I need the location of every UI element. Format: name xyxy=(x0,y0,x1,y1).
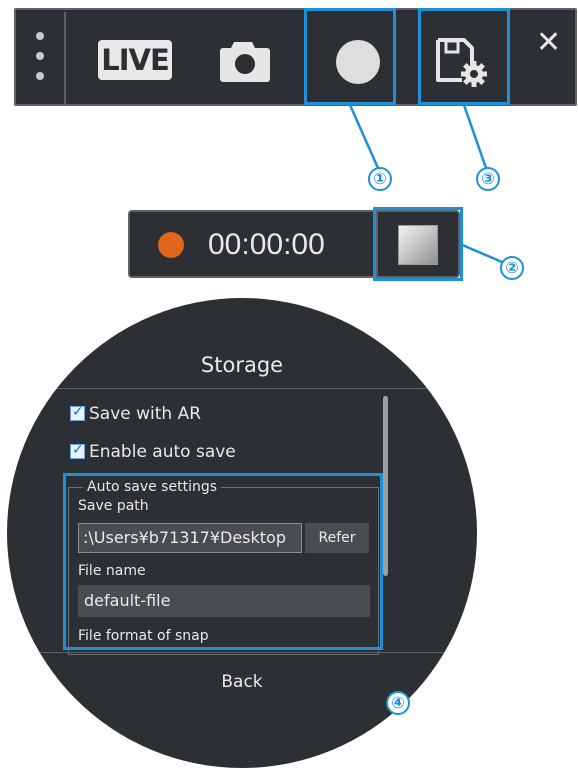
highlight-stop xyxy=(373,207,463,281)
dialog-title: Storage xyxy=(200,353,284,377)
enable-auto-save-checkbox[interactable]: ✓ Enable auto save xyxy=(70,442,236,462)
save-with-ar-checkbox[interactable]: ✓ Save with AR xyxy=(70,404,201,424)
checkbox-checked-icon[interactable]: ✓ xyxy=(70,404,85,421)
callout-4: ④ xyxy=(386,691,410,715)
back-button[interactable]: Back xyxy=(7,672,477,692)
recording-indicator-icon xyxy=(158,232,184,258)
checkbox-checked-icon[interactable]: ✓ xyxy=(70,442,85,459)
callout-3: ③ xyxy=(476,167,500,191)
recording-timer: 00:00:00 xyxy=(208,228,325,261)
enable-auto-save-label: Enable auto save xyxy=(89,442,236,462)
highlight-auto-save-settings xyxy=(63,473,383,650)
callout-1: ① xyxy=(368,167,392,191)
save-with-ar-label: Save with AR xyxy=(89,404,202,424)
callout-2: ② xyxy=(500,256,524,280)
footer-divider xyxy=(7,652,477,653)
scrollbar[interactable] xyxy=(383,396,388,576)
title-divider xyxy=(7,388,477,389)
